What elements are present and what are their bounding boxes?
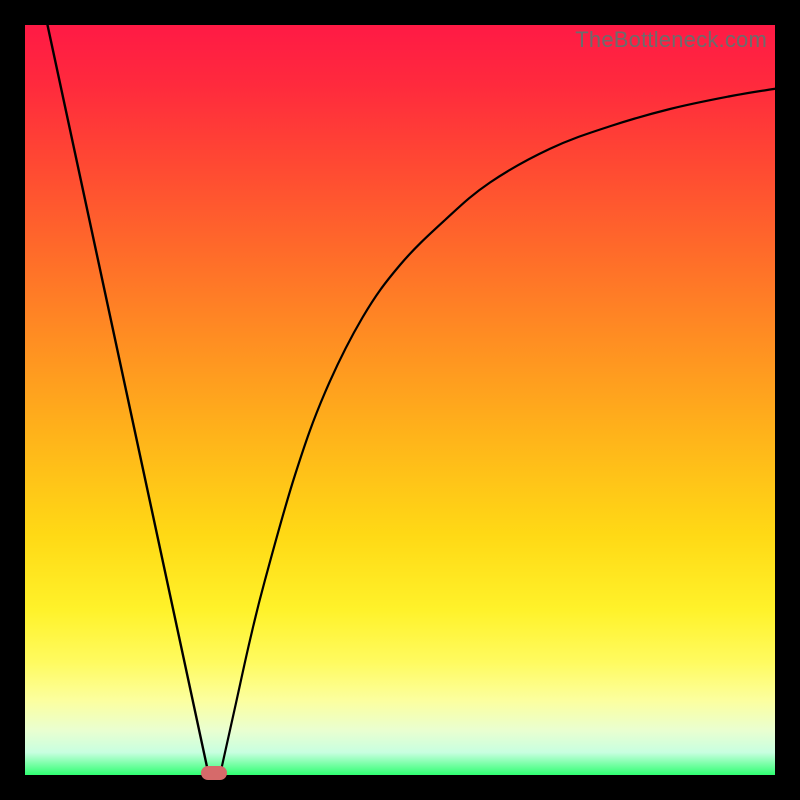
min-marker: [201, 766, 227, 780]
curve-layer: [25, 25, 775, 775]
left-descent-line: [48, 25, 209, 775]
chart-container: TheBottleneck.com: [0, 0, 800, 800]
plot-area: TheBottleneck.com: [25, 25, 775, 775]
watermark-text: TheBottleneck.com: [575, 27, 767, 53]
right-ascending-curve: [220, 89, 775, 775]
